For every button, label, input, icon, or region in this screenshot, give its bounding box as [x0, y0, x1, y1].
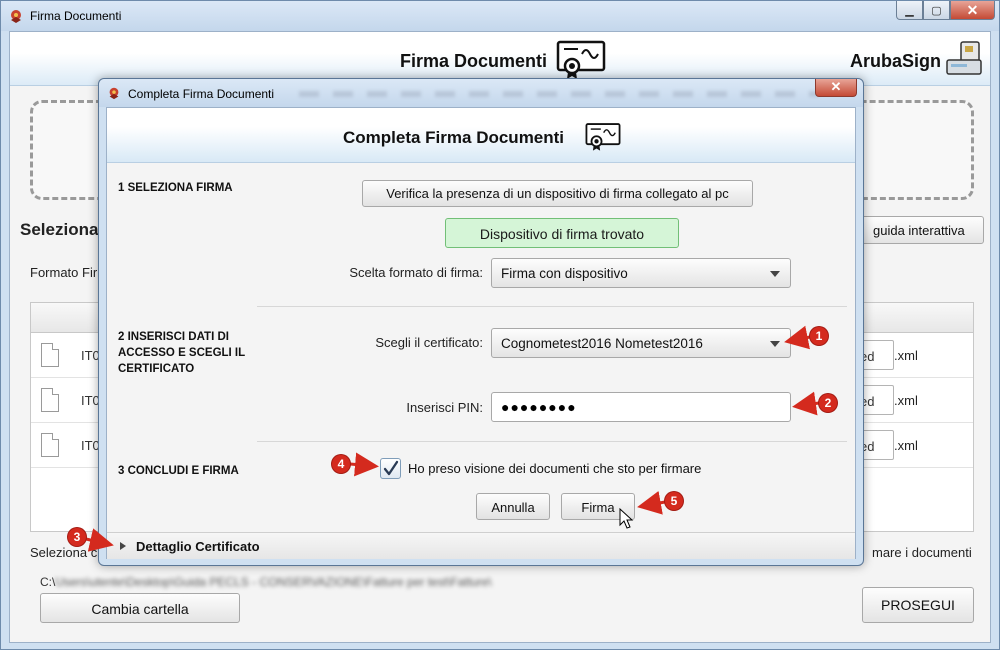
dialog-close-button[interactable]: ✕ [815, 79, 857, 97]
document-icon [41, 388, 59, 412]
titlebar-blur [299, 91, 819, 97]
window-title: Firma Documenti [30, 9, 122, 23]
dialog-title: Completa Firma Documenti [128, 87, 275, 101]
checkmark-icon [383, 460, 399, 476]
select-folder-text: Seleziona c [30, 545, 98, 560]
window-controls: ▁ ▢ ✕ [896, 1, 995, 20]
folder-path-blurred: Users\utente\Desktop\Guida PECLS - CONSE… [55, 575, 492, 589]
expand-arrow-icon [120, 542, 126, 550]
marker-3: 3 [68, 528, 86, 546]
file-code: IT0 [81, 348, 100, 363]
certificate-select[interactable]: Cognometest2016 Nometest2016 [491, 328, 791, 358]
main-header-title: Firma Documenti [400, 51, 548, 71]
verify-device-button[interactable]: Verifica la presenza di un dispositivo d… [362, 180, 753, 207]
document-icon [41, 433, 59, 457]
brand-name: ArubaSign [850, 51, 942, 71]
certificate-detail-label: Dettaglio Certificato [136, 539, 260, 554]
folder-path-prefix: C:\ [40, 575, 56, 589]
pin-field-label: Inserisci PIN: [406, 400, 483, 415]
step-1-label: 1 SELEZIONA FIRMA [118, 182, 233, 194]
close-button[interactable]: ✕ [950, 1, 995, 20]
minimize-button[interactable]: ▁ [896, 1, 923, 20]
maximize-icon: ▢ [931, 4, 942, 17]
certificate-value: Cognometest2016 Nometest2016 [501, 336, 703, 351]
documents-viewed-checkbox[interactable] [380, 458, 401, 479]
maximize-button[interactable]: ▢ [923, 1, 950, 20]
marker-2: 2 [819, 394, 837, 412]
pin-input[interactable]: ●●●●●●●● [491, 392, 791, 422]
step-2-label: 2 INSERISCI DATI DI ACCESSO E SCEGLI IL … [118, 331, 245, 375]
dialog-content: Completa Firma Documenti 1 SELEZIONA FIR… [106, 107, 856, 559]
dialog-header: Completa Firma Documenti [107, 108, 855, 163]
close-icon: ✕ [966, 1, 979, 18]
format-label: Formato Fir [30, 265, 98, 280]
file-extension: .xml [894, 348, 918, 363]
interactive-guide-button[interactable]: guida interattiva [858, 216, 984, 244]
signature-format-value: Firma con dispositivo [501, 266, 628, 281]
dialog-titlebar[interactable]: Completa Firma Documenti ✕ [99, 79, 863, 107]
continue-button[interactable]: PROSEGUI [862, 587, 974, 623]
chevron-down-icon [770, 341, 780, 347]
documents-viewed-label: Ho preso visione dei documenti che sto p… [408, 461, 702, 476]
marker-1: 1 [810, 327, 828, 345]
change-folder-button[interactable]: Cambia cartella [40, 593, 240, 623]
marker-5: 5 [665, 492, 683, 510]
file-extension: .xml [894, 393, 918, 408]
file-extension: .xml [894, 438, 918, 453]
dialog-header-title: Completa Firma Documenti [343, 128, 565, 147]
certificate-icon [585, 123, 621, 151]
signature-format-select[interactable]: Firma con dispositivo [491, 258, 791, 288]
sign-documents-text: mare i documenti [872, 545, 972, 560]
step-3-label: 3 CONCLUDI E FIRMA [118, 465, 239, 477]
minimize-icon: ▁ [905, 4, 914, 17]
divider [257, 306, 847, 307]
divider [257, 441, 847, 442]
device-found-status: Dispositivo di firma trovato [445, 218, 679, 248]
folder-path: C:\Users\utente\Desktop\Guida PECLS - CO… [40, 575, 492, 589]
smartcard-reader-icon [946, 41, 982, 75]
file-code: IT0 [81, 393, 100, 408]
sign-dialog: Completa Firma Documenti ✕ Completa Firm… [98, 78, 864, 566]
cancel-button[interactable]: Annulla [476, 493, 550, 520]
document-icon [41, 343, 59, 367]
close-icon: ✕ [830, 79, 842, 94]
window-titlebar[interactable]: Firma Documenti ▁ ▢ ✕ [1, 1, 999, 31]
section-heading: Seleziona [20, 220, 99, 239]
format-field-label: Scelta formato di firma: [349, 265, 483, 280]
file-code: IT0 [81, 438, 100, 453]
marker-4: 4 [332, 455, 350, 473]
aruba-app-icon [11, 10, 21, 23]
aruba-app-icon [109, 87, 119, 100]
sign-button[interactable]: Firma [561, 493, 635, 520]
certificate-field-label: Scegli il certificato: [375, 335, 483, 350]
certificate-detail-toggle[interactable]: Dettaglio Certificato [107, 532, 855, 559]
certificate-icon [556, 40, 606, 79]
chevron-down-icon [770, 271, 780, 277]
